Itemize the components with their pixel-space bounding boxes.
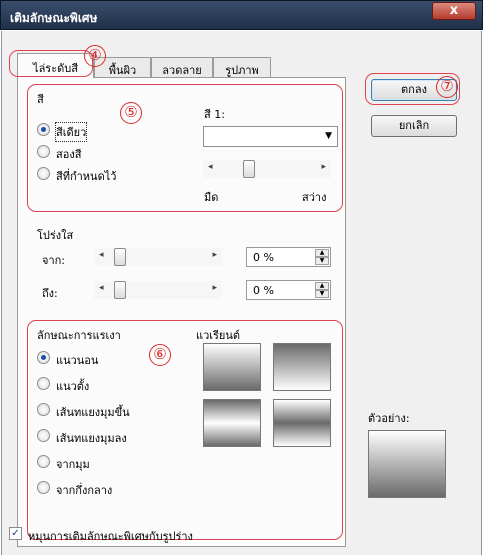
gradient-panel: สี ⑤ สีเดียว สองสี สีที่กำหนดไว้ สี 1: ▼… <box>17 77 346 547</box>
brightness-slider-thumb[interactable] <box>243 160 255 178</box>
radio-from-center-button[interactable] <box>37 481 50 494</box>
radio-from-corner[interactable]: จากมุม <box>37 454 147 471</box>
to-left-arrow-icon[interactable]: ◂ <box>99 283 104 293</box>
chevron-down-icon: ▼ <box>325 131 332 141</box>
close-button[interactable]: x <box>432 2 476 20</box>
radio-one-color[interactable]: สีเดียว <box>37 122 137 142</box>
transparency-to-spinner[interactable]: 0 % ▲ ▼ <box>246 280 331 300</box>
cancel-button[interactable]: ยกเลิก <box>371 115 457 137</box>
close-icon: x <box>449 3 459 18</box>
color1-label: สี 1: <box>204 108 225 121</box>
transparency-from-label: จาก: <box>42 254 65 267</box>
radio-two-colors-button[interactable] <box>37 145 50 158</box>
transparency-heading: โปร่งใส <box>37 229 74 242</box>
radio-from-corner-button[interactable] <box>37 455 50 468</box>
tab-pattern[interactable]: ลวดลาย <box>151 57 213 77</box>
transparency-from-thumb[interactable] <box>114 248 126 266</box>
radio-diagonal-up[interactable]: เส้นทแยงมุมขึ้น <box>37 402 167 419</box>
dialog-body: ไล่ระดับสี พื้นผิว ลวดลาย รูปภาพ ④ สี ⑤ … <box>1 31 482 555</box>
rotate-fill-label: หมุนการเติมลักษณะพิเศษกับรูปร่าง <box>28 530 193 543</box>
radio-preset[interactable]: สีที่กำหนดไว้ <box>37 166 157 183</box>
step-marker-5: ⑤ <box>120 102 142 124</box>
variant-tile-2[interactable] <box>273 343 331 391</box>
slider-left-arrow-icon[interactable]: ◂ <box>208 162 213 172</box>
radio-diagonal-down[interactable]: เส้นทแยงมุมลง <box>37 428 167 445</box>
brightness-slider[interactable]: ◂ ▸ <box>203 160 331 178</box>
radio-vertical-button[interactable] <box>37 377 50 390</box>
from-right-arrow-icon[interactable]: ▸ <box>212 250 217 260</box>
step-marker-6: ⑥ <box>149 344 171 366</box>
variant-tile-4[interactable] <box>273 399 331 447</box>
transparency-to-slider[interactable]: ◂ ▸ <box>94 281 222 299</box>
spin-down-icon[interactable]: ▼ <box>315 257 329 265</box>
transparency-to-label: ถึง: <box>42 287 58 300</box>
transparency-from-slider[interactable]: ◂ ▸ <box>94 248 222 266</box>
radio-diagonal-up-label: เส้นทแยงมุมขึ้น <box>56 406 130 419</box>
step-marker-4: ④ <box>84 45 106 67</box>
colors-heading: สี <box>37 93 44 106</box>
radio-from-center-label: จากกึ่งกลาง <box>56 484 113 497</box>
variant-tile-1[interactable] <box>203 343 261 391</box>
transparency-from-spinner[interactable]: 0 % ▲ ▼ <box>246 247 331 267</box>
radio-one-color-label: สีเดียว <box>54 122 88 142</box>
shading-heading: ลักษณะการแรเงา <box>37 329 121 342</box>
dark-label: มืด <box>204 191 219 204</box>
radio-one-color-button[interactable] <box>37 123 50 136</box>
title-bar: เติมลักษณะพิเศษ x <box>0 0 483 30</box>
tab-highlight <box>9 50 93 77</box>
light-label: สว่าง <box>302 191 327 204</box>
spin-down-icon[interactable]: ▼ <box>315 290 329 298</box>
from-left-arrow-icon[interactable]: ◂ <box>99 250 104 260</box>
radio-horizontal[interactable]: แนวนอน <box>37 350 147 367</box>
spin-up-icon[interactable]: ▲ <box>315 249 329 257</box>
window-title: เติมลักษณะพิเศษ <box>10 11 98 25</box>
radio-preset-label: สีที่กำหนดไว้ <box>56 170 117 183</box>
slider-right-arrow-icon[interactable]: ▸ <box>321 162 326 172</box>
sample-preview <box>368 430 446 498</box>
transparency-to-thumb[interactable] <box>114 281 126 299</box>
variants-heading: แวเรียนต์ <box>196 329 241 342</box>
radio-two-colors-label: สองสี <box>56 148 82 161</box>
radio-diagonal-down-button[interactable] <box>37 429 50 442</box>
color1-dropdown[interactable]: ▼ <box>203 126 338 147</box>
variant-tile-3[interactable] <box>203 399 261 447</box>
radio-from-center[interactable]: จากกึ่งกลาง <box>37 480 157 497</box>
radio-diagonal-down-label: เส้นทแยงมุมลง <box>56 432 127 445</box>
rotate-fill-checkbox[interactable]: ✓ <box>9 527 22 540</box>
radio-horizontal-button[interactable] <box>37 351 50 364</box>
radio-from-corner-label: จากมุม <box>56 458 90 471</box>
tab-picture[interactable]: รูปภาพ <box>213 57 271 77</box>
radio-horizontal-label: แนวนอน <box>56 354 99 367</box>
transparency-from-value[interactable]: 0 % <box>253 251 274 264</box>
radio-diagonal-up-button[interactable] <box>37 403 50 416</box>
to-right-arrow-icon[interactable]: ▸ <box>212 283 217 293</box>
spin-up-icon[interactable]: ▲ <box>315 282 329 290</box>
radio-vertical[interactable]: แนวตั้ง <box>37 376 147 393</box>
transparency-to-value[interactable]: 0 % <box>253 284 274 297</box>
radio-preset-button[interactable] <box>37 167 50 180</box>
radio-two-colors[interactable]: สองสี <box>37 144 137 161</box>
step-marker-7: ⑦ <box>436 76 458 98</box>
sample-label: ตัวอย่าง: <box>368 412 410 425</box>
radio-vertical-label: แนวตั้ง <box>56 380 90 393</box>
